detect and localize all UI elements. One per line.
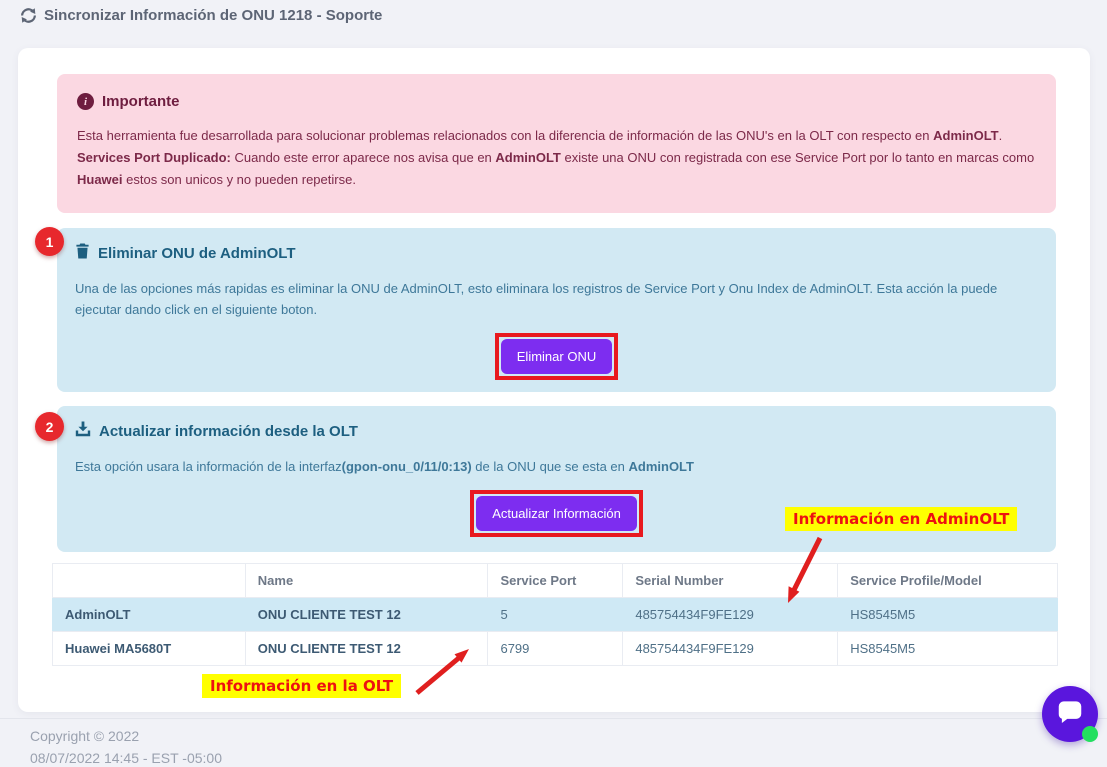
cell-profile: HS8545M5 <box>838 598 1058 632</box>
cell-service-port: 6799 <box>488 632 623 666</box>
section2-title: Actualizar información desde la OLT <box>75 421 1038 441</box>
cell-name: ONU CLIENTE TEST 12 <box>245 632 488 666</box>
section2-title-text: Actualizar información desde la OLT <box>99 423 358 440</box>
header-empty <box>53 564 246 598</box>
header-service-port: Service Port <box>488 564 623 598</box>
page-title: Sincronizar Información de ONU 1218 - So… <box>20 7 382 24</box>
online-status-dot <box>1082 726 1098 742</box>
annotation-informacion-adminolt: Información en AdminOLT <box>785 507 1017 531</box>
header-name: Name <box>245 564 488 598</box>
footer-copyright: Copyright © 2022 <box>30 728 139 744</box>
step-2-badge: 2 <box>35 412 64 441</box>
step-1-badge: 1 <box>35 227 64 256</box>
cell-serial: 485754434F9FE129 <box>623 598 838 632</box>
cell-source: Huawei MA5680T <box>53 632 246 666</box>
cell-source: AdminOLT <box>53 598 246 632</box>
section-eliminar-onu: Eliminar ONU de AdminOLT Una de las opci… <box>57 228 1056 392</box>
header-service-profile: Service Profile/Model <box>838 564 1058 598</box>
table-header-row: Name Service Port Serial Number Service … <box>53 564 1058 598</box>
cell-service-port: 5 <box>488 598 623 632</box>
section2-body: Esta opción usara la información de la i… <box>75 456 1038 477</box>
cell-serial: 485754434F9FE129 <box>623 632 838 666</box>
table-row-olt: Huawei MA5680T ONU CLIENTE TEST 12 6799 … <box>53 632 1058 666</box>
annotation-informacion-olt: Información en la OLT <box>202 674 401 698</box>
page-title-text: Sincronizar Información de ONU 1218 - So… <box>44 7 382 24</box>
cell-name: ONU CLIENTE TEST 12 <box>245 598 488 632</box>
section1-title-text: Eliminar ONU de AdminOLT <box>98 245 296 262</box>
alert-body: Esta herramienta fue desarrollada para s… <box>77 125 1036 191</box>
table-row-adminolt: AdminOLT ONU CLIENTE TEST 12 5 485754434… <box>53 598 1058 632</box>
footer-datetime: 08/07/2022 14:45 - EST -05:00 <box>30 750 222 766</box>
alert-title: i Importante <box>77 93 1036 110</box>
main-card: i Importante Esta herramienta fue desarr… <box>18 48 1090 712</box>
important-alert: i Importante Esta herramienta fue desarr… <box>57 74 1056 213</box>
chat-bubble-icon <box>1055 697 1085 732</box>
eliminar-button-annotation-box: Eliminar ONU <box>495 333 618 380</box>
alert-title-text: Importante <box>102 93 180 110</box>
actualizar-button-annotation-box: Actualizar Información <box>470 490 643 537</box>
section1-title: Eliminar ONU de AdminOLT <box>75 243 1038 263</box>
footer-divider <box>0 718 1107 719</box>
section1-body: Una de las opciones más rapidas es elimi… <box>75 278 1038 320</box>
cell-profile: HS8545M5 <box>838 632 1058 666</box>
sync-icon <box>20 7 37 24</box>
info-circle-icon: i <box>77 93 94 110</box>
chat-widget-button[interactable] <box>1042 686 1098 742</box>
actualizar-informacion-button[interactable]: Actualizar Información <box>476 496 637 531</box>
header-serial-number: Serial Number <box>623 564 838 598</box>
download-icon <box>75 421 91 441</box>
eliminar-onu-button[interactable]: Eliminar ONU <box>501 339 612 374</box>
onu-comparison-table: Name Service Port Serial Number Service … <box>52 563 1058 666</box>
trash-icon <box>75 243 90 263</box>
